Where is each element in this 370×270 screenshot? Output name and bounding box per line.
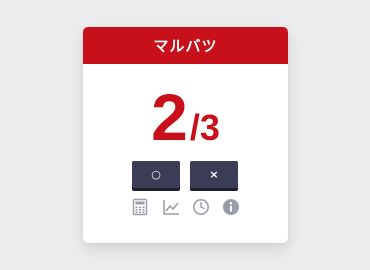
card-header: マルバツ	[83, 27, 288, 64]
toolbar	[83, 198, 288, 216]
line-chart-icon[interactable]	[162, 198, 180, 216]
clock-icon[interactable]	[192, 198, 210, 216]
score-total: 3	[199, 107, 220, 148]
score-separator: /	[189, 107, 200, 148]
calculator-icon[interactable]	[131, 198, 149, 216]
correct-button[interactable]: ○	[132, 161, 180, 188]
card-title: マルバツ	[153, 37, 218, 55]
quiz-card: マルバツ 2 / 3 ○ ×	[83, 27, 288, 243]
wrong-button-label: ×	[209, 168, 219, 181]
correct-button-label: ○	[151, 168, 161, 181]
score-current: 2	[151, 80, 188, 154]
wrong-button[interactable]: ×	[190, 161, 238, 188]
score-display: 2 / 3	[83, 82, 288, 152]
info-icon[interactable]	[222, 198, 240, 216]
